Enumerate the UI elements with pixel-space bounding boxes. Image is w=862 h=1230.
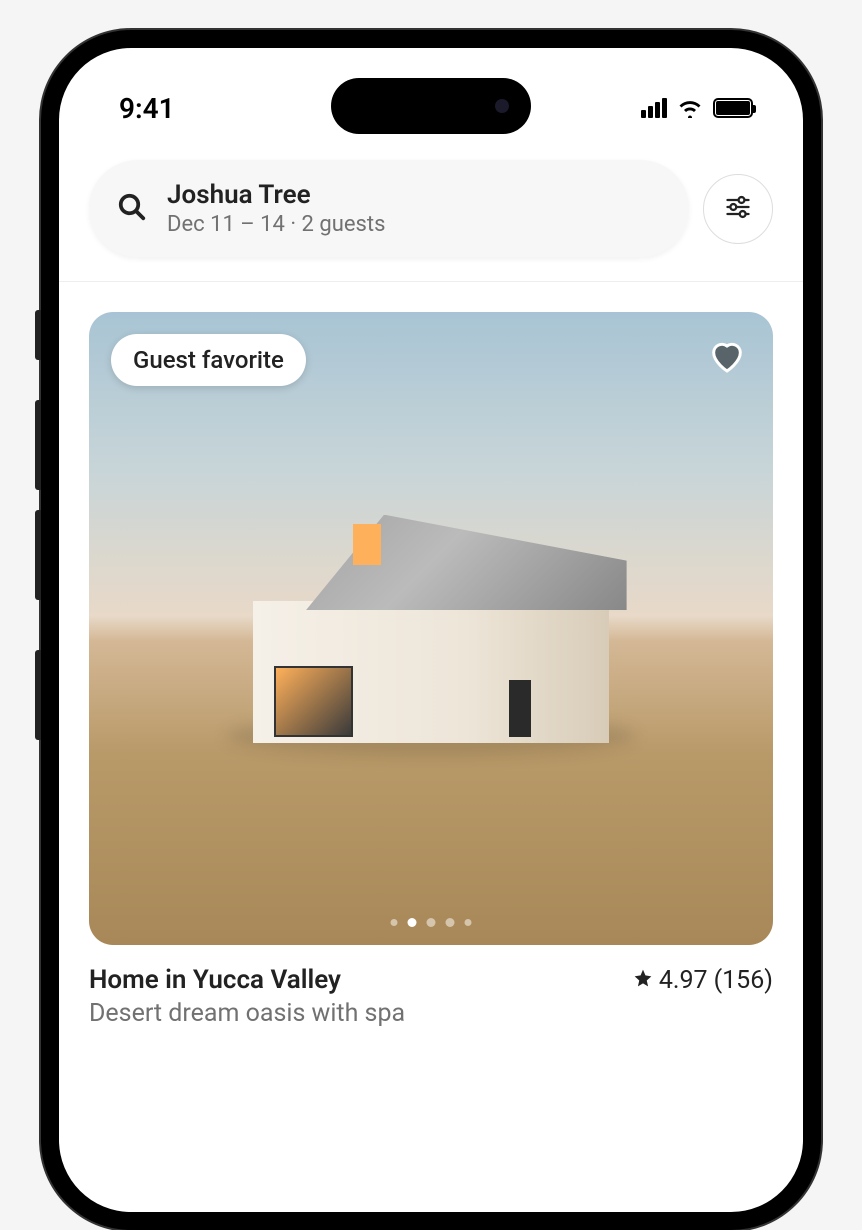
listing-card[interactable]: Guest favorite xyxy=(89,312,773,1028)
listing-illustration xyxy=(253,515,609,743)
phone-side-button xyxy=(35,400,41,490)
phone-side-button xyxy=(35,510,41,600)
search-bar[interactable]: Joshua Tree Dec 11 – 14 · 2 guests xyxy=(89,160,689,257)
carousel-dot xyxy=(446,918,455,927)
status-icons xyxy=(641,98,753,118)
rating-value: 4.97 xyxy=(659,966,708,995)
star-icon xyxy=(633,966,653,995)
cellular-signal-icon xyxy=(641,98,667,118)
listing-title: Home in Yucca Valley xyxy=(89,965,341,995)
carousel-dot-active xyxy=(408,918,417,927)
search-header: Joshua Tree Dec 11 – 14 · 2 guests xyxy=(59,148,803,282)
listing-image-carousel[interactable]: Guest favorite xyxy=(89,312,773,945)
review-count: (156) xyxy=(714,966,773,995)
dynamic-island xyxy=(331,78,531,134)
phone-side-button xyxy=(35,310,41,360)
filter-icon xyxy=(724,193,752,225)
search-location: Joshua Tree xyxy=(167,180,385,210)
guest-favorite-badge: Guest favorite xyxy=(111,334,306,386)
filter-button[interactable] xyxy=(703,174,773,244)
listing-rating: 4.97 (156) xyxy=(633,966,773,995)
battery-icon xyxy=(713,98,753,118)
carousel-pagination xyxy=(391,918,472,927)
listing-info: Home in Yucca Valley 4.97 (156) Desert d… xyxy=(89,965,773,1028)
carousel-dot xyxy=(391,919,398,926)
search-icon xyxy=(117,192,147,226)
status-time: 9:41 xyxy=(119,92,175,125)
phone-screen: 9:41 Joshua Tree Dec 11 – 14 · 2 guests xyxy=(59,48,803,1212)
listings-content: Guest favorite xyxy=(59,282,803,1028)
listing-subtitle: Desert dream oasis with spa xyxy=(89,999,773,1028)
wifi-icon xyxy=(677,98,703,118)
carousel-dot xyxy=(427,918,436,927)
carousel-dot xyxy=(465,919,472,926)
phone-side-button xyxy=(35,650,41,740)
wishlist-heart-button[interactable] xyxy=(703,334,751,382)
heart-icon xyxy=(707,336,747,380)
search-details: Dec 11 – 14 · 2 guests xyxy=(167,212,385,237)
phone-frame: 9:41 Joshua Tree Dec 11 – 14 · 2 guests xyxy=(41,30,821,1230)
